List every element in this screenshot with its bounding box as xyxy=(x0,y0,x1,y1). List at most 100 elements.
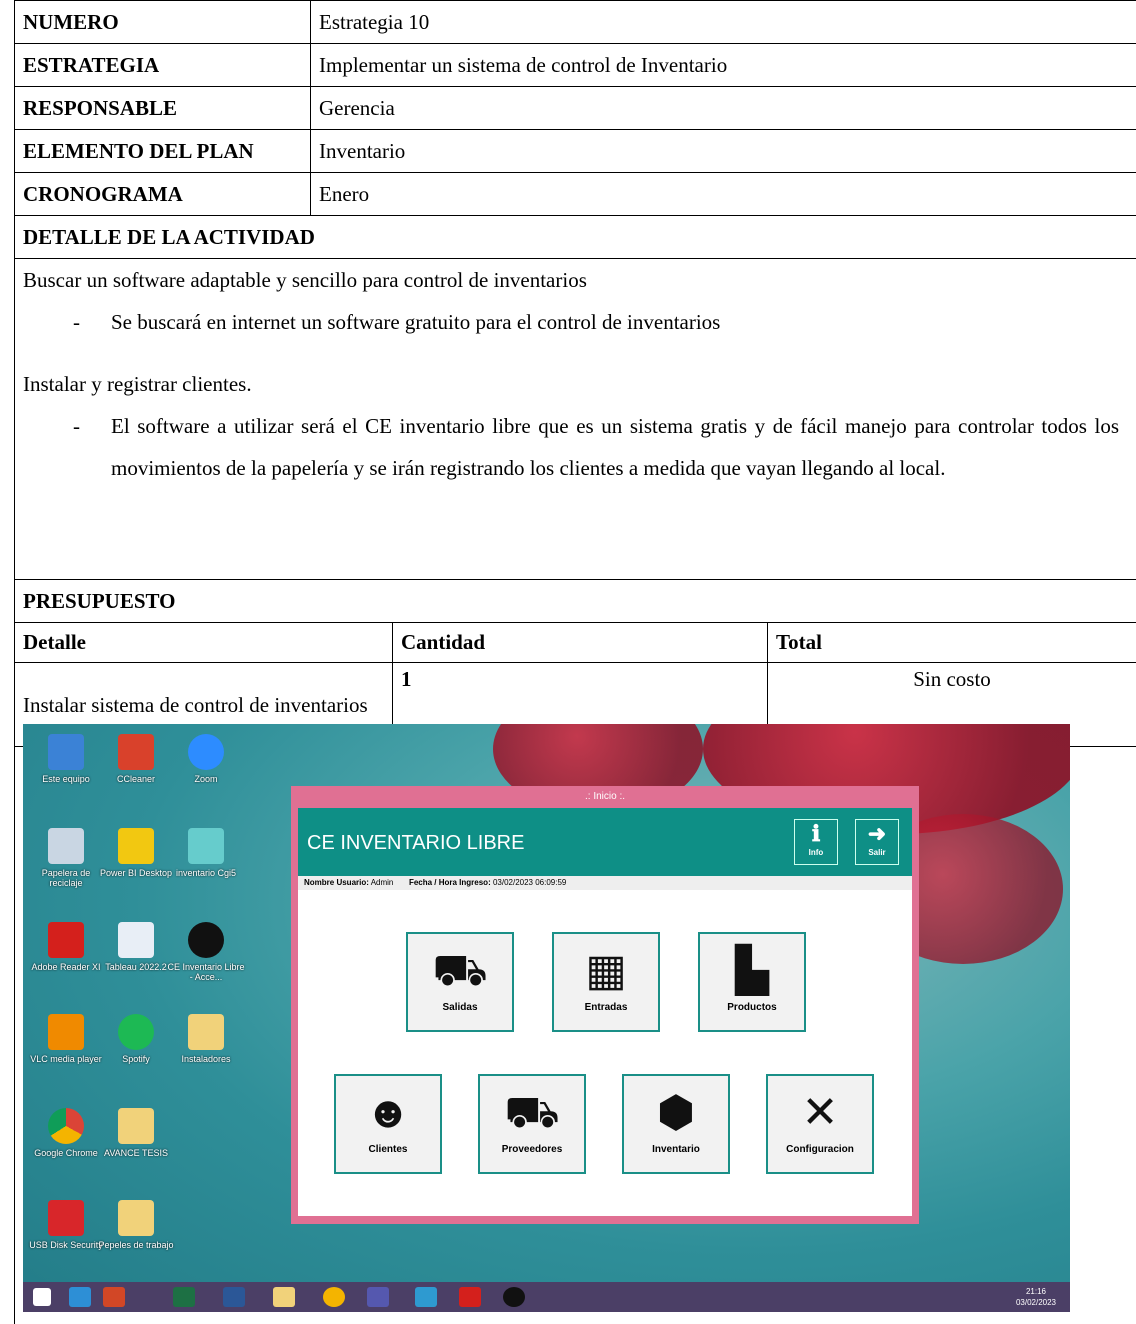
exit-label: Salir xyxy=(868,848,886,857)
icon-label: Zoom xyxy=(194,774,218,784)
row-numero: NUMERO Estrategia 10 xyxy=(14,0,1136,44)
desktop-screenshot: Este equipo CCleaner Zoom Papelera de re… xyxy=(14,724,1136,1324)
icon-label: Power BI Desktop xyxy=(99,868,173,878)
detail-bullet-1: Se buscará en internet un software gratu… xyxy=(111,310,721,334)
desktop-icon-tableau[interactable]: Tableau 2022.2 xyxy=(97,922,175,972)
desktop-icon-powerbi[interactable]: Power BI Desktop xyxy=(97,828,175,878)
desktop-icon-avance-tesis[interactable]: AVANCE TESIS xyxy=(97,1108,175,1158)
icon-label: inventario Cgi5 xyxy=(175,868,237,878)
windows-start-icon[interactable] xyxy=(33,1288,51,1306)
adobe-reader-icon xyxy=(48,922,84,958)
window-content: CE INVENTARIO LIBRE ℹ Info ➜ Salir Nombr… xyxy=(298,808,912,1216)
folder-icon xyxy=(118,1108,154,1144)
desktop-icon-este-equipo[interactable]: Este equipo xyxy=(27,734,105,784)
cronograma-label: CRONOGRAMA xyxy=(14,172,311,216)
tile-proveedores[interactable]: ⛟ Proveedores xyxy=(478,1074,586,1174)
desktop-icon-zoom[interactable]: Zoom xyxy=(167,734,245,784)
teams-icon[interactable] xyxy=(367,1287,389,1307)
tile-clientes[interactable]: ☻ Clientes xyxy=(334,1074,442,1174)
adobe-reader-icon[interactable] xyxy=(459,1287,481,1307)
icon-label: CE Inventario Libre - Acce... xyxy=(167,962,245,982)
user-value: Admin xyxy=(370,878,394,887)
excel-icon[interactable] xyxy=(173,1287,195,1307)
tile-configuracion[interactable]: ✕ Configuracion xyxy=(766,1074,874,1174)
ccleaner-icon xyxy=(118,734,154,770)
desktop-icon-instaladores[interactable]: Instaladores xyxy=(167,1014,245,1064)
computer-icon xyxy=(48,734,84,770)
desktop-icon-inventario-cgi5[interactable]: inventario Cgi5 xyxy=(167,828,245,878)
desktop-icon-pepeles[interactable]: Pepeles de trabajo xyxy=(97,1200,175,1250)
boxes-icon: ▙ xyxy=(735,946,769,995)
taskbar: 21:16 03/02/2023 xyxy=(23,1282,1070,1312)
date-label: Fecha / Hora Ingreso: xyxy=(408,878,491,887)
desktop-icon-adobe[interactable]: Adobe Reader XI xyxy=(27,922,105,972)
exit-icon: ➜ xyxy=(867,821,887,846)
budget-col-cantidad: Cantidad xyxy=(392,622,768,663)
tile-entradas[interactable]: ▦ Entradas xyxy=(552,932,660,1032)
folder-icon xyxy=(118,1200,154,1236)
file-explorer-icon[interactable] xyxy=(273,1287,295,1307)
row-elemento: ELEMENTO DEL PLAN Inventario xyxy=(14,129,1136,173)
tile-label: Configuracion xyxy=(786,1144,854,1155)
row-estrategia: ESTRATEGIA Implementar un sistema de con… xyxy=(14,43,1136,87)
detalle-body: Buscar un software adaptable y sencillo … xyxy=(15,259,1136,579)
icon-label: Spotify xyxy=(122,1054,150,1064)
desktop-icon-vlc[interactable]: VLC media player xyxy=(27,1014,105,1064)
budget-col-detalle: Detalle xyxy=(14,622,393,663)
clock-date: 03/02/2023 xyxy=(1015,1298,1056,1307)
user-label: Nombre Usuario: xyxy=(304,878,369,887)
icon-label: Adobe Reader XI xyxy=(31,962,101,972)
desktop-icon-ce-inventario[interactable]: CE Inventario Libre - Acce... xyxy=(167,922,245,982)
desktop-icon-chrome[interactable]: Google Chrome xyxy=(27,1108,105,1158)
presupuesto-title: PRESUPUESTO xyxy=(14,579,1136,623)
desktop: Este equipo CCleaner Zoom Papelera de re… xyxy=(23,724,1070,1312)
shield-icon xyxy=(48,1200,84,1236)
cronograma-value: Enero xyxy=(310,172,1136,216)
dash-1: - xyxy=(73,310,80,334)
clock[interactable]: 21:16 03/02/2023 xyxy=(1016,1286,1056,1308)
tableau-icon xyxy=(118,922,154,958)
desktop-icon-papelera[interactable]: Papelera de reciclaje xyxy=(27,828,105,888)
truck-icon: ⛟ xyxy=(504,1088,560,1137)
tile-productos[interactable]: ▙ Productos xyxy=(698,932,806,1032)
internet-explorer-icon[interactable] xyxy=(69,1287,91,1307)
app-window: .: Inicio :. CE INVENTARIO LIBRE ℹ Info … xyxy=(291,786,919,1224)
app-title: CE INVENTARIO LIBRE xyxy=(307,832,525,854)
app-icon[interactable] xyxy=(415,1287,437,1307)
folder-icon xyxy=(188,1014,224,1050)
recycle-bin-icon xyxy=(48,828,84,864)
powerpoint-icon[interactable] xyxy=(103,1287,125,1307)
row-cronograma: CRONOGRAMA Enero xyxy=(14,172,1136,216)
clock-time: 21:16 xyxy=(1025,1287,1046,1296)
app-header: CE INVENTARIO LIBRE ℹ Info ➜ Salir xyxy=(298,808,912,876)
date-value: 03/02/2023 06:09:59 xyxy=(492,878,567,887)
desktop-icon-ccleaner[interactable]: CCleaner xyxy=(97,734,175,784)
numero-value: Estrategia 10 xyxy=(310,0,1136,44)
tile-inventario[interactable]: ⬢ Inventario xyxy=(622,1074,730,1174)
dash-2: - xyxy=(73,414,80,438)
detalle-cell: Buscar un software adaptable y sencillo … xyxy=(14,258,1136,580)
chrome-icon[interactable] xyxy=(323,1287,345,1307)
window-title: .: Inicio :. xyxy=(584,791,625,802)
word-icon[interactable] xyxy=(223,1287,245,1307)
chrome-icon xyxy=(48,1108,84,1144)
icon-label: Pepeles de trabajo xyxy=(98,1240,174,1250)
tile-label: Inventario xyxy=(652,1144,700,1155)
ce-inventario-icon[interactable] xyxy=(503,1287,525,1307)
exit-button[interactable]: ➜ Salir xyxy=(855,819,899,865)
tile-salidas[interactable]: ⛟ Salidas xyxy=(406,932,514,1032)
detail-line-2: Instalar y registrar clientes. xyxy=(23,372,252,396)
info-button[interactable]: ℹ Info xyxy=(794,819,838,865)
estrategia-value: Implementar un sistema de control de Inv… xyxy=(310,43,1136,87)
people-carry-icon: ☻ xyxy=(364,1088,412,1137)
ce-inventario-icon xyxy=(188,922,224,958)
session-info-bar: Nombre Usuario: Admin Fecha / Hora Ingre… xyxy=(298,876,912,890)
tile-label: Entradas xyxy=(584,1002,628,1013)
icon-label: USB Disk Security xyxy=(29,1240,103,1250)
elemento-value: Inventario xyxy=(310,129,1136,173)
icon-label: Instaladores xyxy=(181,1054,231,1064)
responsable-value: Gerencia xyxy=(310,86,1136,130)
desktop-icon-spotify[interactable]: Spotify xyxy=(97,1014,175,1064)
desktop-icon-usb-security[interactable]: USB Disk Security xyxy=(27,1200,105,1250)
powerbi-icon xyxy=(118,828,154,864)
